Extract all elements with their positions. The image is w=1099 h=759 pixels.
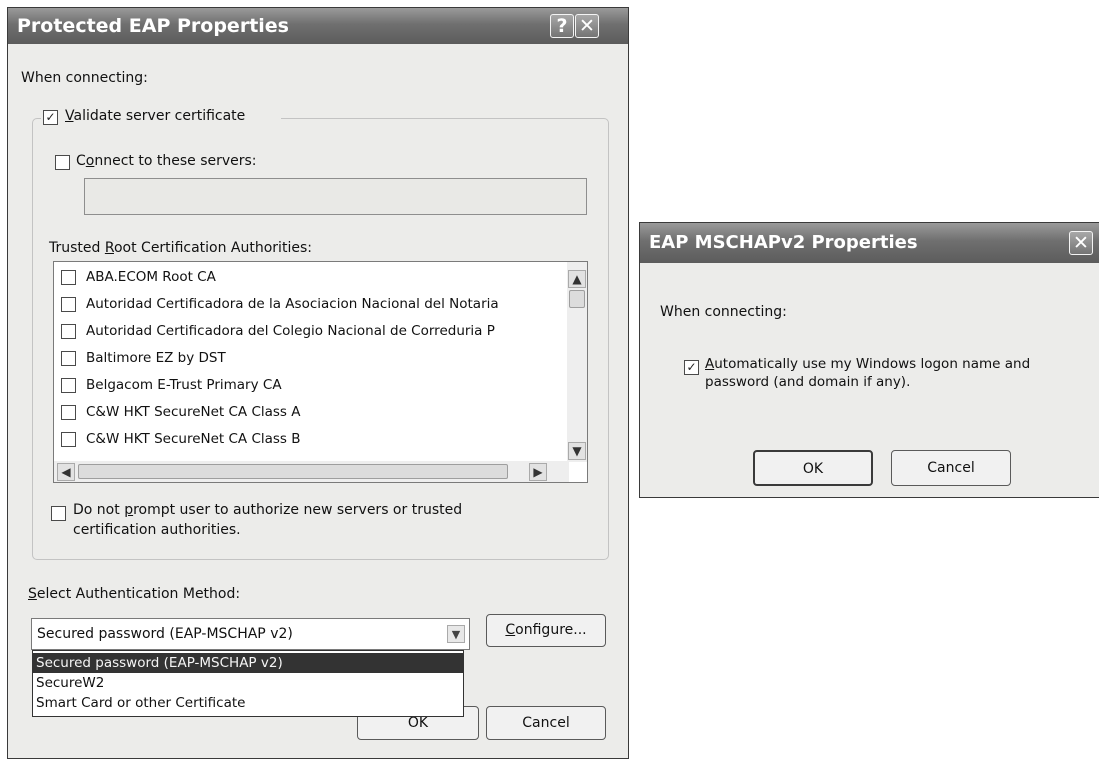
chevron-down-icon[interactable]: ▼ [447,625,465,643]
dropdown-option[interactable]: Smart Card or other Certificate [33,693,463,713]
peap-dialog: Protected EAP Properties ? ✕ When connec… [7,7,629,759]
connect-checkbox-row[interactable]: Connect to these servers: [53,153,323,175]
connect-checkbox[interactable] [55,155,70,170]
scroll-left-icon[interactable]: ◀ [57,463,75,481]
configure-button[interactable]: Configure... [486,614,606,647]
validate-checkbox-row[interactable]: ✓ Validate server certificate [41,108,281,130]
auto-logon-checkbox-row[interactable]: ✓ Automatically use my Windows logon nam… [684,356,1094,398]
check-icon: ✓ [45,110,56,124]
select-method-label: Select Authentication Method: [28,586,241,602]
auto-logon-label-line1: Automatically use my Windows logon name … [705,356,1031,372]
when-connecting-label: When connecting: [21,70,148,86]
help-icon[interactable]: ? [550,14,574,38]
auth-method-select[interactable]: Secured password (EAP-MSCHAP v2) ▼ [31,618,470,650]
close-icon[interactable]: ✕ [575,14,599,38]
noprompt-checkbox-row[interactable]: Do not prompt user to authorize new serv… [51,502,571,546]
ca-checkbox[interactable] [61,378,76,393]
ca-name: Baltimore EZ by DST [86,350,226,366]
dropdown-option[interactable]: SecureW2 [33,673,463,693]
ca-checkbox[interactable] [61,270,76,285]
trusted-root-label: Trusted Root Certification Authorities: [49,240,312,256]
validate-label: Validate server certificate [65,108,246,124]
mschap-ok-button[interactable]: OK [753,450,873,486]
ca-name: C&W HKT SecureNet CA Class A [86,404,301,420]
auth-method-dropdown[interactable]: Secured password (EAP-MSCHAP v2) SecureW… [32,650,464,717]
servers-input[interactable] [84,178,587,215]
peap-title: Protected EAP Properties [17,15,289,37]
close-icon[interactable]: ✕ [1069,231,1093,255]
mschap-cancel-button[interactable]: Cancel [891,450,1011,486]
peap-titlebar[interactable]: Protected EAP Properties [8,8,628,44]
vertical-scroll-thumb[interactable] [569,290,585,308]
ca-checkbox[interactable] [61,432,76,447]
auth-method-value: Secured password (EAP-MSCHAP v2) [37,626,293,642]
check-icon: ✓ [686,360,697,374]
validate-checkbox[interactable]: ✓ [43,110,58,125]
ca-name: Belgacom E-Trust Primary CA [86,377,282,393]
dropdown-option[interactable]: Secured password (EAP-MSCHAP v2) [33,653,463,673]
noprompt-label-line2: certification authorities. [73,522,241,538]
auto-logon-checkbox[interactable]: ✓ [684,360,699,375]
ca-vertical-scrollbar[interactable]: ▲ ▼ [567,262,587,462]
cancel-button[interactable]: Cancel [486,706,606,740]
mschap-dialog: EAP MSCHAPv2 Properties ✕ When connectin… [639,222,1099,498]
ca-name: ABA.ECOM Root CA [86,269,216,285]
noprompt-label-line1: Do not prompt user to authorize new serv… [73,502,463,518]
ca-horizontal-scrollbar[interactable]: ◀ ▶ [54,461,569,482]
ca-list[interactable]: ABA.ECOM Root CA Autoridad Certificadora… [53,261,588,483]
horizontal-scroll-thumb[interactable] [78,464,508,479]
auto-logon-label-line2: password (and domain if any). [705,374,911,390]
ca-name: C&W HKT SecureNet CA Class B [86,431,301,447]
ca-checkbox[interactable] [61,351,76,366]
scroll-up-icon[interactable]: ▲ [568,270,586,288]
mschap-title: EAP MSCHAPv2 Properties [649,232,918,253]
ca-checkbox[interactable] [61,405,76,420]
ca-name: Autoridad Certificadora del Colegio Naci… [86,323,495,339]
ca-name: Autoridad Certificadora de la Asociacion… [86,296,499,312]
scroll-right-icon[interactable]: ▶ [529,463,547,481]
ca-checkbox[interactable] [61,297,76,312]
scroll-down-icon[interactable]: ▼ [568,442,586,460]
noprompt-checkbox[interactable] [51,506,66,521]
ca-checkbox[interactable] [61,324,76,339]
mschap-titlebar[interactable]: EAP MSCHAPv2 Properties [640,223,1099,263]
mschap-when-connecting-label: When connecting: [660,304,787,320]
connect-label: Connect to these servers: [76,153,257,169]
